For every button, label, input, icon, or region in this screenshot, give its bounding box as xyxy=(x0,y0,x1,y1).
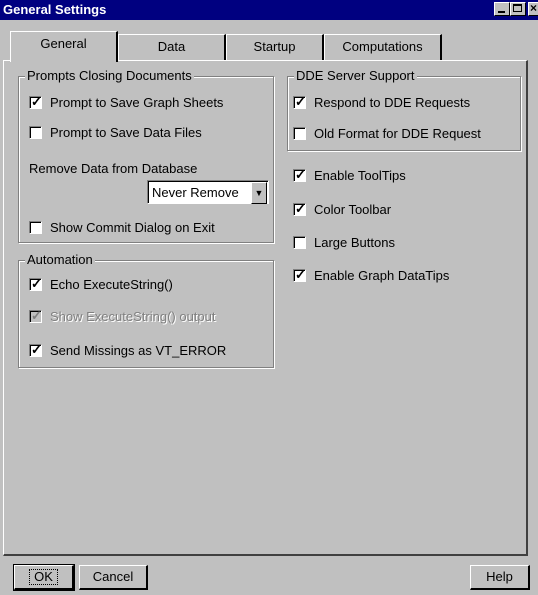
echo-executestring-checkbox[interactable]: ✓ Echo ExecuteString() xyxy=(29,275,173,293)
ok-button-label: OK xyxy=(29,569,58,585)
tab-general-label: General xyxy=(40,36,87,51)
close-icon: × xyxy=(530,1,538,15)
minimize-icon xyxy=(498,11,505,13)
checkbox-box: ✓ xyxy=(29,275,42,291)
large-buttons-label: Large Buttons xyxy=(314,234,395,250)
show-executestring-output-checkbox: ✓ Show ExecuteString() output xyxy=(29,307,215,325)
checkbox-box xyxy=(29,125,42,139)
prompts-closing-documents-group: Prompts Closing Documents ✓ Prompt to Sa… xyxy=(18,68,274,243)
dde-group-title: DDE Server Support xyxy=(294,68,417,84)
enable-tooltips-checkbox[interactable]: ✓ Enable ToolTips xyxy=(293,166,406,184)
tab-data-label: Data xyxy=(157,39,186,54)
checkmark-icon: ✓ xyxy=(31,307,42,323)
checkbox-box xyxy=(29,220,42,234)
ok-button[interactable]: OK xyxy=(13,564,75,591)
color-toolbar-label: Color Toolbar xyxy=(314,201,392,217)
checkbox-box: ✓ xyxy=(29,307,42,323)
checkbox-box: ✓ xyxy=(293,166,306,182)
checkmark-icon: ✓ xyxy=(295,93,306,109)
show-commit-dialog-label: Show Commit Dialog on Exit xyxy=(50,219,215,235)
checkbox-box: ✓ xyxy=(293,200,306,216)
enable-graph-datatips-label: Enable Graph DataTips xyxy=(314,267,450,283)
help-button[interactable]: Help xyxy=(470,565,530,590)
maximize-icon xyxy=(513,4,522,12)
prompt-save-data-checkbox[interactable]: Prompt to Save Data Files xyxy=(29,123,202,141)
respond-dde-checkbox[interactable]: ✓ Respond to DDE Requests xyxy=(293,93,470,111)
send-missings-checkbox[interactable]: ✓ Send Missings as VT_ERROR xyxy=(29,341,226,359)
tab-computations-label: Computations xyxy=(342,39,423,54)
old-format-dde-checkbox[interactable]: Old Format for DDE Request xyxy=(293,124,481,142)
window-title: General Settings xyxy=(3,2,107,17)
tab-startup[interactable]: Startup xyxy=(226,34,324,60)
remove-data-label: Remove Data from Database xyxy=(29,161,198,176)
automation-group: Automation ✓ Echo ExecuteString() ✓ Show… xyxy=(18,252,274,368)
checkmark-icon: ✓ xyxy=(31,93,42,109)
enable-graph-datatips-checkbox[interactable]: ✓ Enable Graph DataTips xyxy=(293,266,449,284)
maximize-button[interactable] xyxy=(510,2,526,16)
echo-executestring-label: Echo ExecuteString() xyxy=(50,276,173,292)
checkbox-box: ✓ xyxy=(29,93,42,109)
show-commit-dialog-checkbox[interactable]: Show Commit Dialog on Exit xyxy=(29,218,215,236)
close-button[interactable]: × xyxy=(528,1,538,16)
checkmark-icon: ✓ xyxy=(295,266,306,282)
color-toolbar-checkbox[interactable]: ✓ Color Toolbar xyxy=(293,200,391,218)
checkmark-icon: ✓ xyxy=(295,200,306,216)
dde-server-support-group: DDE Server Support ✓ Respond to DDE Requ… xyxy=(287,68,521,151)
checkmark-icon: ✓ xyxy=(295,166,306,182)
checkbox-box: ✓ xyxy=(293,93,306,109)
tab-startup-label: Startup xyxy=(253,39,296,54)
show-executestring-output-label: Show ExecuteString() output xyxy=(50,308,216,324)
help-button-label: Help xyxy=(486,569,513,584)
checkbox-box xyxy=(293,235,306,249)
checkbox-box xyxy=(293,126,306,140)
prompt-save-graph-label: Prompt to Save Graph Sheets xyxy=(50,94,224,110)
tab-general[interactable]: General xyxy=(10,31,118,62)
prompts-group-title: Prompts Closing Documents xyxy=(25,68,194,84)
minimize-button[interactable] xyxy=(494,2,510,16)
send-missings-label: Send Missings as VT_ERROR xyxy=(50,342,227,358)
large-buttons-checkbox[interactable]: Large Buttons xyxy=(293,233,395,251)
checkbox-box: ✓ xyxy=(293,266,306,282)
remove-data-value: Never Remove xyxy=(152,185,239,200)
old-format-dde-label: Old Format for DDE Request xyxy=(314,125,481,141)
cancel-button-label: Cancel xyxy=(92,569,134,584)
tab-panel-general: Prompts Closing Documents ✓ Prompt to Sa… xyxy=(3,60,528,556)
prompt-save-graph-checkbox[interactable]: ✓ Prompt to Save Graph Sheets xyxy=(29,93,223,111)
tab-data[interactable]: Data xyxy=(118,34,226,60)
respond-dde-label: Respond to DDE Requests xyxy=(314,94,471,110)
cancel-button[interactable]: Cancel xyxy=(79,565,148,590)
checkmark-icon: ✓ xyxy=(31,341,42,357)
checkbox-box: ✓ xyxy=(29,341,42,357)
enable-tooltips-label: Enable ToolTips xyxy=(314,167,406,183)
remove-data-select[interactable]: Never Remove ▼ xyxy=(147,180,269,204)
prompt-save-data-label: Prompt to Save Data Files xyxy=(50,124,202,140)
title-bar: General Settings × xyxy=(0,0,538,20)
tab-computations[interactable]: Computations xyxy=(324,34,442,60)
chevron-down-icon[interactable]: ▼ xyxy=(251,182,267,204)
automation-group-title: Automation xyxy=(25,252,95,268)
checkmark-icon: ✓ xyxy=(31,275,42,291)
